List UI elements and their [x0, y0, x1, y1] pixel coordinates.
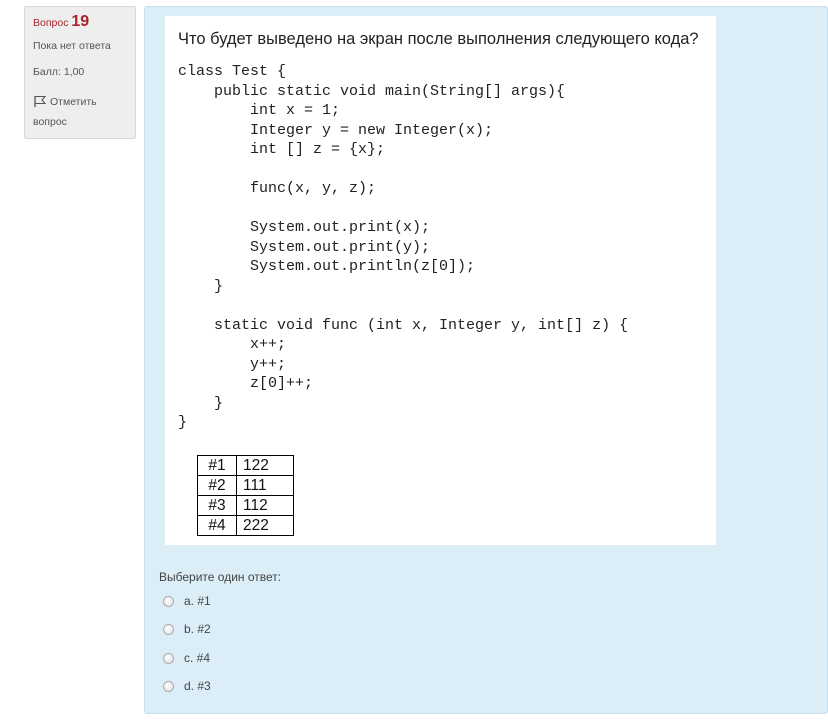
question-number-value: 19 [71, 13, 90, 30]
options-table-row: #2 111 [197, 475, 294, 496]
code-line: } [178, 394, 224, 412]
option-key-cell: #2 [197, 475, 237, 496]
flag-question-button[interactable]: Отметить вопрос [33, 92, 127, 132]
code-line: } [178, 277, 224, 295]
radio-b[interactable] [163, 623, 174, 635]
code-line: class Test { [178, 63, 287, 80]
question-box: Что будет выведено на экран после выполн… [165, 16, 716, 545]
code-line: System.out.print(y); [178, 238, 431, 256]
code-line: int x = 1; [178, 102, 341, 119]
question-number: Вопрос 19 [33, 13, 127, 31]
question-state: Пока нет ответа [33, 40, 111, 52]
code-line: y++; [178, 355, 287, 373]
answer-prompt: Выберите один ответ: [159, 570, 282, 584]
code-line: System.out.print(x); [178, 219, 431, 236]
answer-label-c: c. #4 [184, 651, 211, 665]
code-line: func(x, y, z); [178, 180, 377, 197]
radio-a[interactable] [163, 595, 174, 607]
code-line: int [] z = {x}; [178, 141, 386, 158]
code-line: } [178, 414, 188, 431]
flag-label-line1: Отметить [50, 96, 97, 108]
radio-c[interactable] [163, 652, 174, 664]
code-line: x++; [178, 336, 287, 353]
answer-label-a: a. #1 [184, 594, 211, 608]
question-label: Вопрос [33, 17, 69, 29]
option-value-cell: 222 [236, 515, 294, 536]
answer-option-c[interactable]: c. #4 [163, 650, 210, 666]
code-line: public static void main(String[] args){ [178, 82, 566, 100]
code-line: z[0]++; [178, 375, 314, 392]
options-table-row: #3 112 [197, 495, 294, 516]
question-grade: Балл: 1,00 [33, 66, 85, 78]
question-text: Что будет выведено на экран после выполн… [178, 30, 699, 48]
code-line: System.out.println(z[0]); [178, 258, 476, 275]
option-value-cell: 111 [236, 475, 294, 496]
options-table-row: #4 222 [197, 515, 294, 536]
option-key-cell: #1 [197, 455, 237, 476]
question-info-panel: Вопрос 19 Пока нет ответа Балл: 1,00 Отм… [24, 6, 136, 139]
code-block: class Test { public static void main(Str… [178, 62, 628, 433]
code-line: static void func (int x, Integer y, int[… [178, 316, 629, 334]
question-content: Что будет выведено на экран после выполн… [144, 6, 828, 714]
answer-option-d[interactable]: d. #3 [163, 678, 211, 694]
code-line: Integer y = new Integer(x); [178, 121, 494, 139]
flag-label-line2: вопрос [33, 116, 67, 128]
answer-label-b: b. #2 [184, 622, 211, 636]
options-table: #1 122 #2 111 #3 112 #4 222 [197, 455, 294, 536]
answer-option-b[interactable]: b. #2 [163, 621, 211, 637]
radio-d[interactable] [163, 680, 174, 692]
answer-option-a[interactable]: a. #1 [163, 593, 211, 609]
options-table-row: #1 122 [197, 455, 294, 476]
option-value-cell: 112 [236, 495, 294, 516]
option-key-cell: #4 [197, 515, 237, 536]
answer-label-d: d. #3 [184, 679, 211, 693]
flag-icon [33, 94, 47, 107]
option-key-cell: #3 [197, 495, 237, 516]
option-value-cell: 122 [236, 455, 294, 476]
